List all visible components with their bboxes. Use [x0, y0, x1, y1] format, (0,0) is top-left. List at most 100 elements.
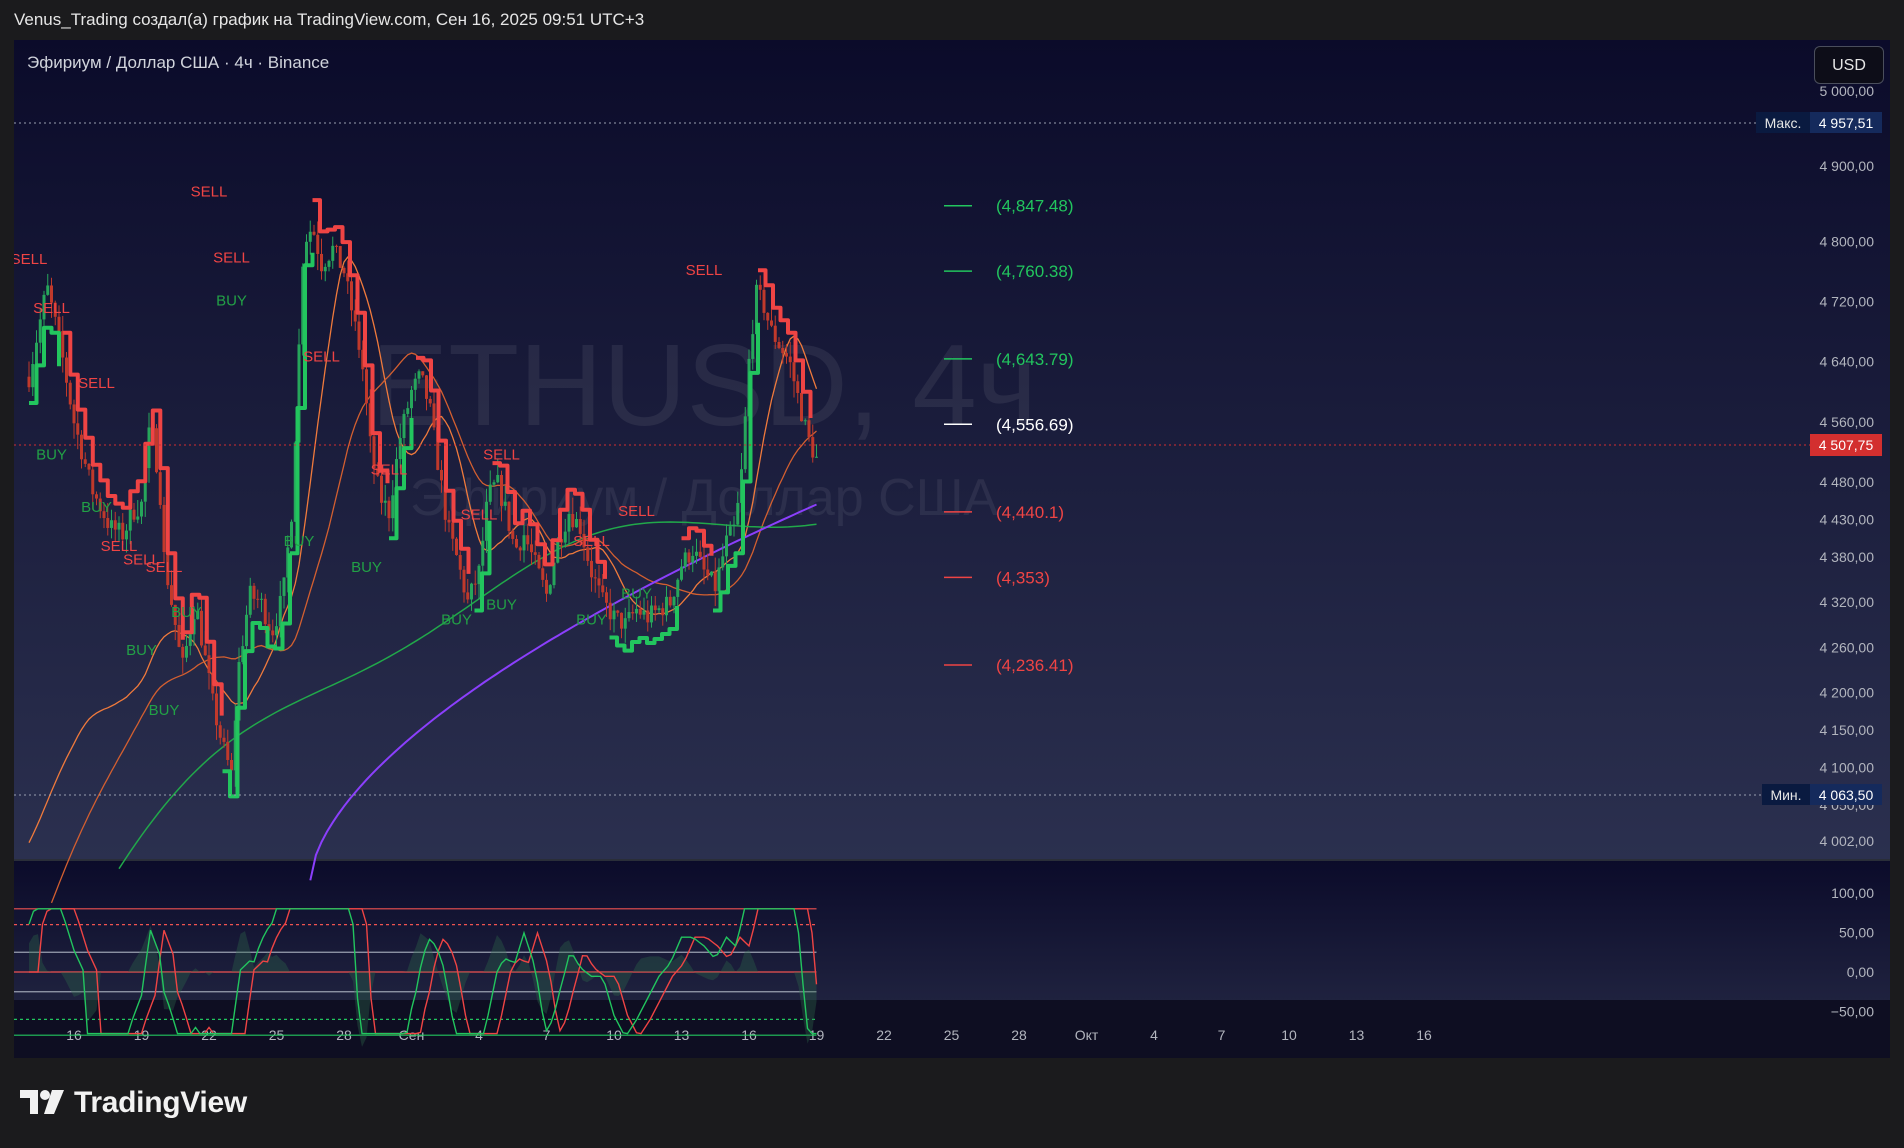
candle-body — [185, 645, 188, 658]
buy-signal-label: BUY — [621, 585, 652, 602]
candle-body — [537, 554, 541, 569]
candle-body — [695, 551, 698, 556]
candle-body — [473, 583, 477, 585]
candle-body — [728, 526, 732, 536]
buy-signal-label: BUY — [216, 292, 247, 309]
candle-body — [680, 566, 683, 580]
candle-body — [781, 347, 785, 354]
y-axis-tick-label: 4 380,00 — [1820, 549, 1875, 565]
candle-body — [316, 234, 320, 254]
candle-body — [811, 437, 815, 458]
candle-body — [672, 596, 676, 606]
candle-body — [518, 547, 522, 551]
symbol-title[interactable]: Эфириум / Доллар США · 4ч · Binance — [27, 53, 329, 73]
candle-body — [245, 614, 248, 647]
candle-body — [177, 624, 181, 647]
candle-body — [691, 555, 695, 563]
candle-body — [215, 693, 218, 726]
candle-body — [432, 403, 436, 428]
sell-signal-label: SELL — [573, 533, 610, 550]
sell-signal-label: SELL — [618, 503, 655, 520]
candle-body — [683, 552, 687, 567]
candle-body — [657, 608, 661, 611]
candle-body — [698, 551, 702, 557]
candle-body — [766, 312, 770, 321]
candle-body — [668, 596, 672, 606]
candle-body — [605, 592, 608, 603]
candle-body — [803, 420, 807, 422]
candle-body — [492, 482, 496, 485]
candle-body — [38, 319, 42, 343]
candle-body — [451, 522, 455, 539]
candle-body — [136, 516, 140, 520]
candle-body — [271, 630, 275, 636]
chart-caption: Venus_Trading создал(а) график на Tradin… — [14, 10, 645, 29]
candle-body — [777, 341, 781, 348]
candle-body — [147, 427, 151, 469]
buy-signal-label: BUY — [351, 559, 382, 576]
y-axis-tick-label: 4 100,00 — [1820, 760, 1875, 776]
x-axis-tick-label: Окт — [1075, 1027, 1099, 1043]
candle-body — [155, 428, 158, 473]
target-level-label: (4,760.38) — [996, 262, 1074, 281]
candle-body — [68, 382, 72, 405]
candle-body — [653, 605, 657, 611]
candle-body — [406, 408, 410, 414]
candle-body — [601, 585, 605, 593]
candle-body — [642, 610, 646, 615]
candle-body — [428, 398, 432, 404]
candle-body — [533, 552, 537, 555]
max-label: Макс. — [1765, 115, 1802, 131]
currency-button[interactable]: USD — [1814, 46, 1884, 84]
buy-signal-label: BUY — [576, 612, 607, 629]
candle-body — [466, 592, 470, 600]
candle-body — [665, 596, 668, 616]
buy-signal-label: BUY — [441, 612, 472, 629]
tradingview-logo-icon — [20, 1090, 64, 1114]
candle-body — [383, 500, 387, 503]
candle-body — [335, 245, 338, 247]
candle-body — [357, 321, 361, 350]
candle-body — [248, 585, 252, 615]
candle-body — [732, 524, 736, 527]
oscillator-y-axis-label: 50,00 — [1839, 925, 1874, 941]
candle-body — [252, 585, 256, 599]
candle-body — [522, 535, 526, 551]
y-axis-tick-label: 4 900,00 — [1820, 158, 1875, 174]
candle-body — [567, 514, 571, 532]
candle-body — [132, 509, 136, 520]
y-axis-tick-label: 4 150,00 — [1820, 722, 1875, 738]
x-axis-tick-label: 4 — [1150, 1027, 1158, 1043]
candle-body — [331, 245, 335, 261]
candle-body — [323, 266, 327, 272]
candle-body — [541, 568, 545, 580]
candle-body — [106, 518, 110, 528]
candle-body — [792, 362, 796, 382]
tradingview-logo[interactable]: TradingView — [18, 1086, 247, 1120]
candle-body — [635, 608, 638, 614]
candle-body — [158, 472, 162, 505]
candle-body — [773, 325, 777, 342]
candle-body — [661, 608, 665, 616]
candle-body — [413, 378, 417, 390]
target-level-label: (4,353) — [996, 568, 1050, 587]
candle-body — [530, 544, 533, 553]
candle-body — [256, 598, 260, 600]
candle-body — [230, 759, 233, 771]
candle-body — [627, 612, 631, 619]
candle-body — [725, 535, 728, 557]
price-chart[interactable]: ETHUSD, 4ч Эфириум / Доллар США SELLSELL… — [14, 40, 1890, 1058]
candle-body — [503, 501, 507, 506]
candle-body — [623, 618, 627, 629]
candle-body — [275, 626, 278, 636]
candle-body — [462, 569, 466, 593]
candle-body — [278, 595, 282, 627]
x-axis-tick-label: 25 — [944, 1027, 960, 1043]
chart-frame[interactable]: ETHUSD, 4ч Эфириум / Доллар США SELL SELL… — [14, 40, 1890, 1058]
oscillator-y-axis-label: 0,00 — [1847, 964, 1874, 980]
candle-body — [481, 540, 485, 566]
candle-body — [710, 571, 713, 576]
candle-body — [421, 371, 425, 376]
candle-body — [387, 500, 391, 519]
candle-body — [61, 331, 65, 358]
